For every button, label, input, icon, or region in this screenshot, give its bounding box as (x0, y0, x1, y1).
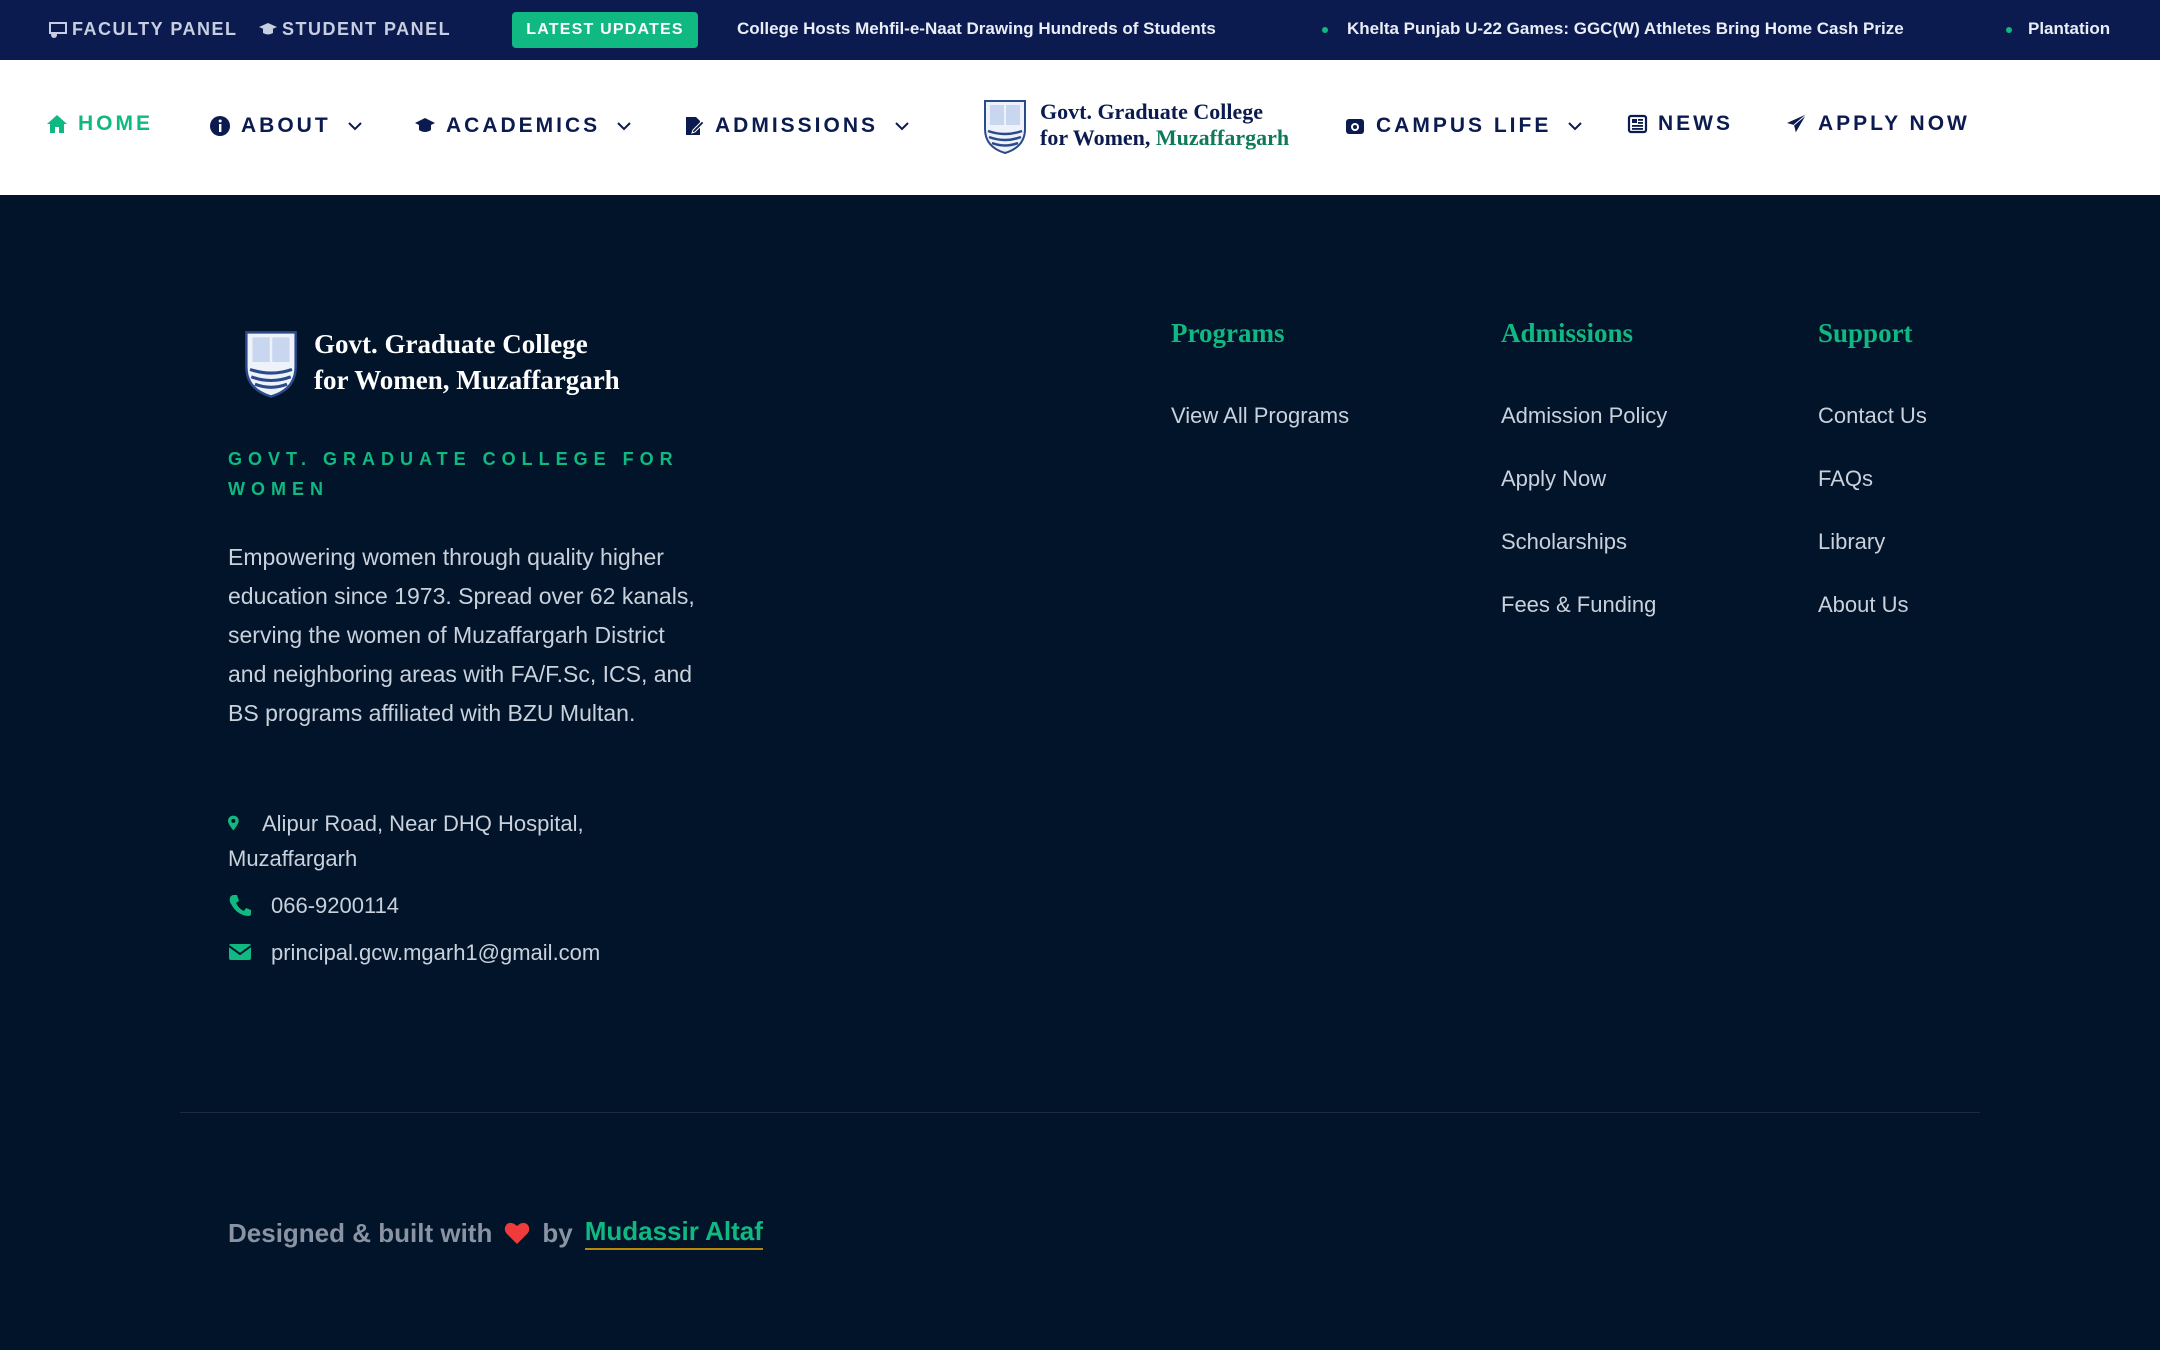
footer-link[interactable]: View All Programs (1171, 403, 1349, 429)
nav-news-label: NEWS (1658, 112, 1733, 135)
nav-campus-life-label: CAMPUS LIFE (1376, 114, 1552, 137)
college-crest-logo (984, 100, 1026, 155)
footer-email-text: principal.gcw.mgarh1@gmail.com (271, 940, 601, 965)
chevron-down-icon (895, 122, 909, 131)
footer-col-title-programs: Programs (1171, 318, 1285, 348)
nav-about[interactable]: ABOUT (209, 114, 363, 138)
chevron-down-icon (1568, 122, 1583, 131)
footer-link[interactable]: Fees & Funding (1501, 592, 1656, 618)
footer-address-text: Alipur Road, Near DHQ Hospital, Muzaffar… (228, 811, 584, 871)
edit-document-icon (686, 117, 705, 135)
graduation-cap-icon (415, 118, 435, 132)
footer-description: Empowering women through quality higher … (228, 544, 695, 726)
student-panel-label: STUDENT PANEL (282, 19, 452, 39)
footer-brand[interactable]: Govt. Graduate College for Women, Muzaff… (240, 325, 620, 399)
footer-brand-line2: for Women, Muzaffargarh (314, 365, 620, 395)
nav-apply-now[interactable]: APPLY NOW (1786, 112, 1970, 136)
nav-home[interactable]: HOME (46, 112, 153, 136)
nav-apply-now-label: APPLY NOW (1818, 112, 1970, 135)
camera-icon (1346, 119, 1364, 134)
chevron-down-icon (347, 122, 362, 131)
heart-icon (505, 1222, 530, 1244)
nav-logo[interactable]: Govt. Graduate College for Women, Muzaff… (980, 95, 1289, 155)
footer-link[interactable]: Admission Policy (1501, 403, 1667, 429)
footer-phone-text: 066-9200114 (271, 893, 400, 918)
college-crest-logo (245, 331, 297, 398)
phone-icon (229, 895, 251, 916)
footer-address: Alipur Road, Near DHQ Hospital, Muzaffar… (228, 806, 688, 876)
nav-academics[interactable]: ACADEMICS (414, 114, 632, 138)
nav-about-label: ABOUT (241, 114, 331, 137)
ticker-separator (2006, 27, 2012, 33)
location-pin-icon (228, 815, 239, 831)
credit-by: by (542, 1217, 573, 1248)
ticker-item[interactable]: College Hosts Mehfil-e-Naat Drawing Hund… (737, 19, 1216, 39)
footer-brand-text: Govt. Graduate College for Women, Muzaff… (314, 326, 620, 398)
footer-divider (180, 1112, 1980, 1113)
nav-admissions-label: ADMISSIONS (715, 114, 879, 137)
nav-academics-label: ACADEMICS (446, 114, 601, 137)
footer-link[interactable]: FAQs (1818, 466, 1873, 492)
home-icon (47, 115, 67, 133)
footer-col-title-admissions: Admissions (1501, 318, 1634, 348)
nav-logo-text: Govt. Graduate College for Women, Muzaff… (1040, 99, 1289, 151)
newspaper-icon (1627, 114, 1648, 134)
graduation-cap-icon (259, 22, 277, 34)
footer-link[interactable]: About Us (1818, 592, 1909, 618)
top-bar: FACULTY PANEL STUDENT PANEL LATEST UPDAT… (0, 0, 2160, 60)
faculty-icon (49, 21, 67, 38)
footer-link[interactable]: Library (1818, 529, 1885, 555)
footer-link[interactable]: Scholarships (1501, 529, 1627, 555)
nav-home-label: HOME (78, 112, 153, 135)
envelope-icon (228, 944, 252, 960)
ticker-item[interactable]: Plantation (2028, 19, 2110, 39)
paper-plane-icon (1787, 113, 1808, 134)
nav-admissions[interactable]: ADMISSIONS (683, 114, 910, 138)
nav-logo-line1: Govt. Graduate College (1040, 99, 1264, 124)
main-nav: HOME ABOUT ACADEMICS ADMISSIONS Govt. Gr… (0, 60, 2160, 195)
footer-email[interactable]: principal.gcw.mgarh1@gmail.com (228, 935, 600, 970)
footer-phone[interactable]: 066-9200114 (228, 888, 399, 923)
footer-link[interactable]: Apply Now (1501, 466, 1606, 492)
footer-credit: Designed & built with by Mudassir Altaf (228, 1216, 763, 1250)
ticker-item[interactable]: Khelta Punjab U-22 Games: GGC(W) Athlete… (1347, 19, 1904, 39)
credit-author-link[interactable]: Mudassir Altaf (584, 1216, 763, 1250)
student-panel-link[interactable]: STUDENT PANEL (258, 19, 451, 40)
info-icon (210, 116, 230, 136)
faculty-panel-label: FACULTY PANEL (72, 19, 238, 39)
ticker-separator (1322, 27, 1328, 33)
footer-link[interactable]: Contact Us (1818, 403, 1927, 429)
nav-news[interactable]: NEWS (1626, 112, 1733, 136)
credit-prefix: Designed & built with (228, 1217, 493, 1248)
faculty-panel-link[interactable]: FACULTY PANEL (48, 19, 238, 40)
latest-updates-badge: LATEST UPDATES (512, 12, 698, 48)
footer-tagline: GOVT. GRADUATE COLLEGE FOR WOMEN (228, 449, 679, 499)
nav-campus-life[interactable]: CAMPUS LIFE (1344, 114, 1583, 138)
chevron-down-icon (617, 122, 631, 131)
nav-logo-line2: for Women, Muzaffargarh (1040, 125, 1290, 150)
footer-brand-line1: Govt. Graduate College (314, 329, 588, 359)
footer-col-title-support: Support (1818, 318, 1913, 348)
